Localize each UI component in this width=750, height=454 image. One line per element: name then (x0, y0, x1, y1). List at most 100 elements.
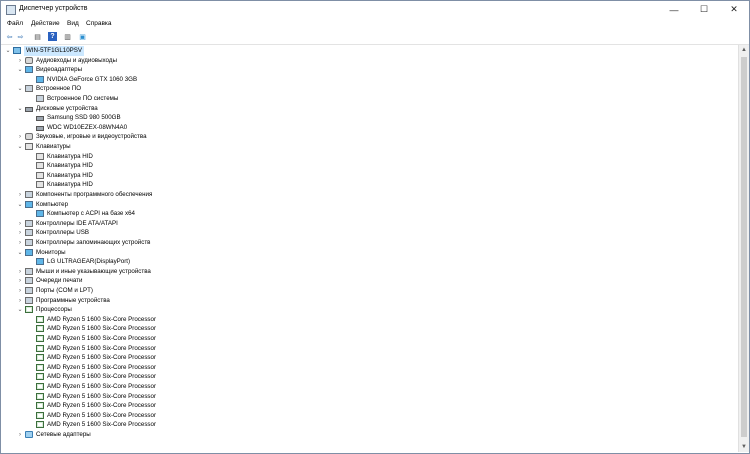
disk-drive-icon (36, 116, 44, 122)
audio-device-icon (25, 56, 33, 64)
tree-item-label: Дисковые устройства (36, 104, 98, 112)
menu-view[interactable]: Вид (67, 20, 79, 27)
chevron-down-icon[interactable]: ⌄ (17, 248, 23, 258)
disk-drive-icon (25, 106, 33, 112)
chevron-right-icon[interactable]: › (17, 267, 23, 277)
chevron-down-icon[interactable]: ⌄ (17, 104, 23, 114)
help-icon[interactable]: ? (48, 32, 57, 41)
device-icon (25, 229, 33, 237)
display-icon (25, 248, 33, 256)
chevron-right-icon[interactable]: › (17, 56, 23, 66)
keyboard-icon (36, 162, 44, 170)
tree-item-label: AMD Ryzen 5 1600 Six-Core Processor (47, 402, 157, 410)
processor-icon (36, 373, 44, 381)
tree-item-label: Аудиовходы и аудиовыходы (36, 56, 117, 64)
tree-item-label: AMD Ryzen 5 1600 Six-Core Processor (47, 421, 157, 429)
tree-item-label: Компьютер (36, 200, 69, 208)
chevron-right-icon[interactable]: › (17, 296, 23, 306)
tree-item-label: AMD Ryzen 5 1600 Six-Core Processor (47, 344, 157, 352)
tree-item-label: Звуковые, игровые и видеоустройства (36, 133, 147, 141)
menu-file[interactable]: Файл (7, 20, 23, 27)
window-title: Диспетчер устройств (19, 5, 88, 12)
device-icon (25, 277, 33, 285)
tree-item-label: Видеоадаптеры (36, 66, 83, 74)
tree-item-label: LG ULTRAGEAR(DisplayPort) (47, 258, 131, 266)
chevron-right-icon[interactable]: › (17, 430, 23, 440)
processor-icon (25, 306, 33, 314)
view-icon[interactable]: ▥ (63, 32, 72, 41)
device-manager-app-icon (6, 5, 16, 15)
tree-item-label: Клавиатура HID (47, 162, 93, 170)
tree-item-label: Контроллеры USB (36, 229, 90, 237)
tree-item-label: AMD Ryzen 5 1600 Six-Core Processor (47, 373, 157, 381)
forward-icon[interactable]: ⇨ (16, 32, 25, 41)
maximize-button[interactable]: ☐ (689, 1, 719, 18)
scroll-down-icon[interactable]: ▼ (739, 442, 749, 452)
tree-item-label: AMD Ryzen 5 1600 Six-Core Processor (47, 335, 157, 342)
device-icon (25, 287, 33, 294)
tree-item-label: AMD Ryzen 5 1600 Six-Core Processor (47, 354, 157, 362)
chevron-down-icon[interactable]: ⌄ (17, 84, 23, 94)
tree-item-label: Контроллеры IDE ATA/ATAPI (36, 219, 118, 227)
tree-item-label: Порты (COM и LPT) (36, 287, 93, 294)
computer-icon (13, 47, 21, 54)
menu-bar: Файл Действие Вид Справка (1, 18, 749, 30)
keyboard-icon (36, 181, 44, 189)
disk-drive-icon (36, 125, 44, 131)
back-icon[interactable]: ⇦ (5, 32, 14, 41)
scrollbar-thumb[interactable] (741, 57, 747, 437)
tree-item-label: Мониторы (36, 248, 66, 256)
close-button[interactable]: ✕ (719, 1, 749, 18)
tree-item-label: Очереди печати (36, 277, 83, 285)
chevron-down-icon[interactable]: ⌄ (17, 200, 23, 210)
tree-item-label: Компьютер с ACPI на базе x64 (47, 210, 135, 218)
chevron-right-icon[interactable]: › (17, 276, 23, 286)
display-icon (36, 75, 44, 83)
device-tree[interactable]: ⌄ WIN-5TF1GL10PSV › Аудиовходы и аудиовыход… (2, 45, 737, 452)
processor-icon (36, 411, 44, 419)
tree-item-label: Контроллеры запоминающих устройств (36, 239, 151, 246)
properties-icon[interactable]: ▤ (33, 32, 42, 41)
vertical-scrollbar[interactable]: ▲ ▼ (738, 45, 749, 452)
menu-help[interactable]: Справка (86, 20, 112, 27)
chevron-right-icon[interactable]: › (17, 228, 23, 238)
display-icon (36, 258, 44, 266)
device-icon (25, 239, 33, 246)
toolbar: ⇦ ⇨ ▤ ? ▥ ▣ (1, 30, 749, 45)
chevron-down-icon[interactable]: ⌄ (17, 142, 23, 152)
processor-icon (36, 335, 44, 342)
device-icon (25, 296, 33, 304)
keyboard-icon (25, 143, 33, 150)
tree-item-label: Процессоры (36, 306, 72, 314)
chevron-right-icon[interactable]: › (17, 190, 23, 200)
chevron-right-icon[interactable]: › (17, 238, 23, 248)
processor-icon (36, 315, 44, 323)
device-icon (25, 191, 33, 198)
chevron-down-icon[interactable]: ⌄ (17, 65, 23, 75)
keyboard-icon (36, 171, 44, 179)
device-icon (25, 267, 33, 275)
processor-icon (36, 354, 44, 362)
tree-item-label: Компоненты программного обеспечения (36, 191, 153, 198)
tree-item-label: Встроенное ПО системы (47, 95, 119, 102)
tree-item-label: Встроенное ПО (36, 85, 82, 93)
chevron-down-icon[interactable]: ⌄ (17, 305, 23, 315)
menu-action[interactable]: Действие (31, 20, 60, 27)
network-adapter-icon (25, 431, 33, 438)
minimize-button[interactable]: — (659, 1, 689, 18)
chevron-right-icon[interactable]: › (17, 219, 23, 229)
processor-icon (36, 402, 44, 410)
chevron-right-icon[interactable]: › (17, 132, 23, 142)
processor-icon (36, 325, 44, 333)
tree-item-label: Samsung SSD 980 500GB (47, 114, 121, 122)
device-icon (36, 95, 44, 102)
chevron-right-icon[interactable]: › (17, 286, 23, 296)
scroll-up-icon[interactable]: ▲ (739, 45, 749, 55)
tree-item-label: AMD Ryzen 5 1600 Six-Core Processor (47, 411, 157, 419)
processor-icon (36, 363, 44, 371)
chevron-down-icon[interactable]: ⌄ (5, 46, 11, 56)
monitor-scan-icon[interactable]: ▣ (78, 32, 87, 41)
tree-item-label: Клавиатура HID (47, 181, 93, 189)
tree-item-label: Клавиатура HID (47, 152, 93, 160)
title-bar[interactable]: Диспетчер устройств — ☐ ✕ (1, 1, 749, 18)
